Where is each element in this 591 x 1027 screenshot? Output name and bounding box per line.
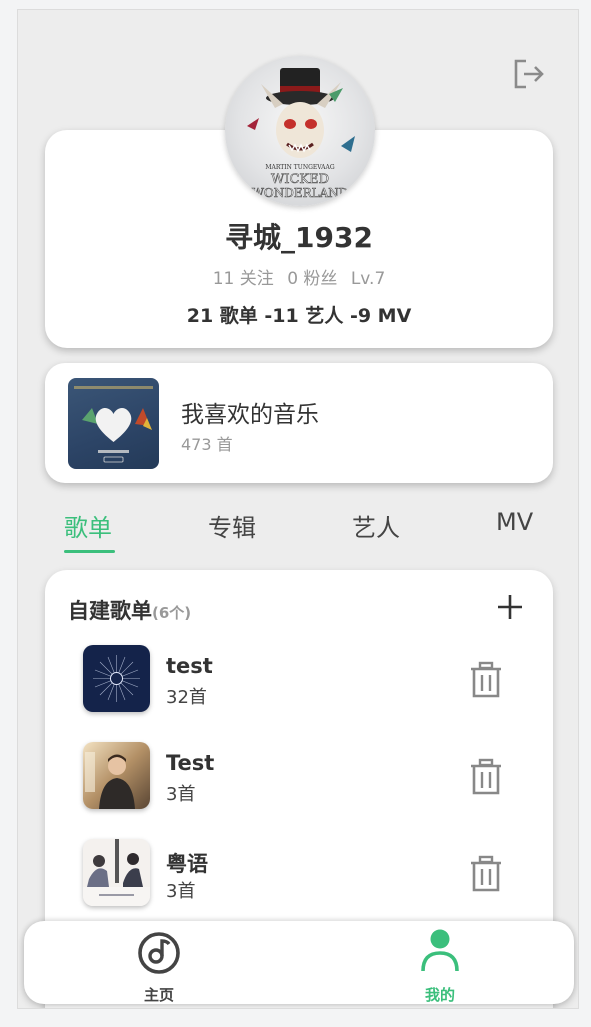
user-icon [421,929,459,972]
trash-icon [471,758,501,795]
liked-music-card[interactable]: 我喜欢的音乐 473 首 [45,363,553,483]
avatar-artist-text: MARTIN TUNGEVAAG [265,164,334,171]
liked-music-cover [68,378,159,469]
panel-title-text: 自建歌单 [68,599,152,623]
delete-playlist-button[interactable] [469,661,503,699]
tab-artists[interactable]: 艺人 [352,508,400,543]
active-tab-indicator [64,550,115,553]
playlist-cover [83,742,150,809]
playlist-count: 32首 [166,687,207,708]
playlist-count: 3首 [166,881,196,902]
trash-icon [471,855,501,892]
nav-mine[interactable]: 我的 [400,929,480,1004]
username: 寻城_1932 [225,221,373,254]
avatar-title-line2: WONDERLAND [252,186,349,200]
playlist-cover [83,839,150,906]
bottom-nav: 主页 我的 [24,921,574,1004]
nav-home[interactable]: 主页 [119,929,199,1004]
playlist-row[interactable]: test 32首 [83,645,523,715]
playlist-name: 粤语 [166,852,208,876]
playlist-cover-image [93,655,140,702]
tab-albums[interactable]: 专辑 [208,508,256,543]
playlist-row[interactable]: 粤语 3首 [83,839,523,909]
avatar-title-line1: WICKED [271,172,329,187]
library-counts: 21 歌单 -11 艺人 -9 MV [186,305,412,327]
followers-count[interactable]: 0 粉丝 [287,269,337,289]
avatar-image: MARTIN TUNGEVAAG WICKED WONDERLAND [247,68,355,200]
tab-mv[interactable]: MV [496,508,533,536]
avatar[interactable]: MARTIN TUNGEVAAG WICKED WONDERLAND [225,56,375,206]
user-level: Lv.7 [350,269,386,289]
tab-playlists[interactable]: 歌单 [64,508,112,543]
liked-music-title: 我喜欢的音乐 [181,402,319,428]
trash-icon [471,661,501,698]
playlist-row[interactable]: Test 3首 [83,742,523,812]
playlist-name: Test [166,751,215,775]
profile-stats: 11 关注 0 粉丝 Lv.7 [45,264,553,289]
logout-icon [514,59,544,89]
heart-cover-image [74,386,153,463]
add-playlist-button[interactable] [495,592,525,622]
app-screen: 寻城_1932 11 关注 0 粉丝 Lv.7 21 歌单 -11 艺人 -9 … [17,9,579,1009]
panel-title-count: (6个) [152,604,192,622]
music-disc-icon [138,932,180,974]
nav-home-label: 主页 [143,986,174,1004]
following-count[interactable]: 11 关注 [213,269,274,289]
delete-playlist-button[interactable] [469,758,503,796]
playlist-name: test [166,654,213,678]
playlist-cover-image [85,752,135,809]
library-tabs: 歌单 专辑 艺人 MV [18,508,578,558]
nav-mine-label: 我的 [424,986,455,1004]
delete-playlist-button[interactable] [469,855,503,893]
playlist-cover-image [83,839,150,906]
logout-button[interactable] [510,56,546,92]
plus-icon [498,595,522,619]
liked-music-count: 473 首 [181,435,233,454]
playlist-cover [83,645,150,712]
panel-title: 自建歌单(6个) [68,595,191,625]
playlist-count: 3首 [166,784,196,805]
